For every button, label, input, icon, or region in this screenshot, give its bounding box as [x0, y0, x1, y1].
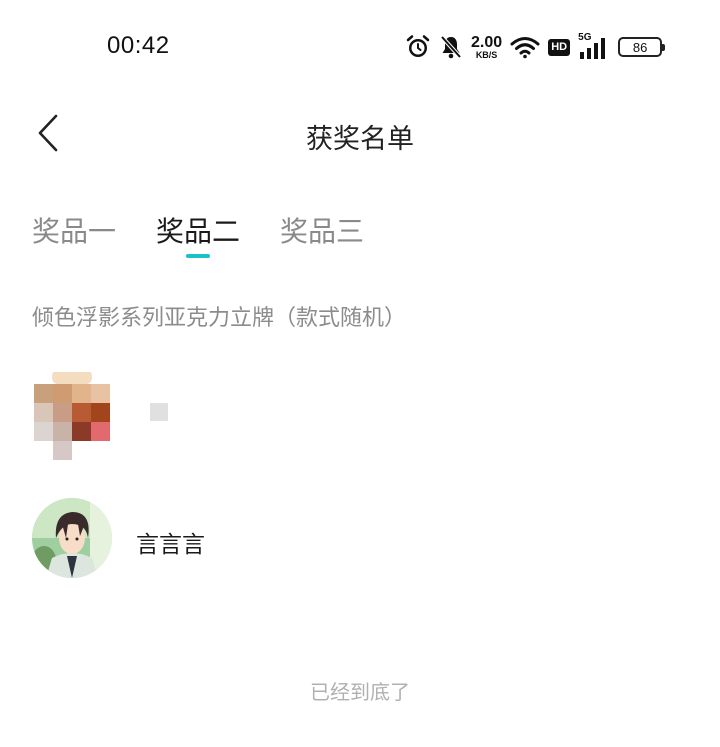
- prize-name: 倾色浮影系列亚克力立牌（款式随机）: [32, 306, 407, 331]
- tab-label: 奖品三: [280, 215, 365, 248]
- nav-bar: 获奖名单: [0, 100, 720, 170]
- tab-label: 奖品一: [32, 215, 117, 248]
- net-speed-unit: KB/S: [475, 49, 498, 60]
- end-of-list-text: 已经到底了: [310, 680, 410, 704]
- status-time: 00:42: [107, 32, 170, 59]
- avatar: [32, 498, 112, 578]
- page-title: 获奖名单: [306, 124, 414, 155]
- tab-prize-2[interactable]: 奖品二: [156, 210, 241, 258]
- net-speed: 2.00 KB/S: [471, 33, 503, 60]
- tab-prize-1[interactable]: 奖品一: [32, 210, 116, 256]
- alarm-icon: [405, 34, 431, 60]
- hd-badge: HD: [548, 38, 571, 56]
- signal-icon: 5G: [578, 32, 610, 60]
- avatar: [32, 370, 112, 460]
- battery-indicator: 86: [618, 37, 666, 57]
- net-speed-value: 2.00: [471, 33, 503, 51]
- prize-tabs: 奖品一 奖品二 奖品三: [32, 210, 364, 258]
- active-tab-indicator: [186, 254, 211, 258]
- winner-list-item[interactable]: 言言言: [32, 498, 682, 578]
- winner-name-redacted: [150, 403, 168, 421]
- status-icons: 2.00 KB/S HD 5G 86: [405, 30, 666, 64]
- status-bar: 00:42 2.00 KB/S HD 5G 86: [0, 0, 720, 92]
- winner-name: 言言言: [136, 532, 205, 558]
- mute-bell-icon: [439, 34, 463, 60]
- winner-list-item[interactable]: [32, 370, 682, 460]
- tab-label: 奖品二: [156, 215, 241, 248]
- tab-prize-3[interactable]: 奖品三: [280, 210, 364, 256]
- wifi-icon: [510, 35, 540, 59]
